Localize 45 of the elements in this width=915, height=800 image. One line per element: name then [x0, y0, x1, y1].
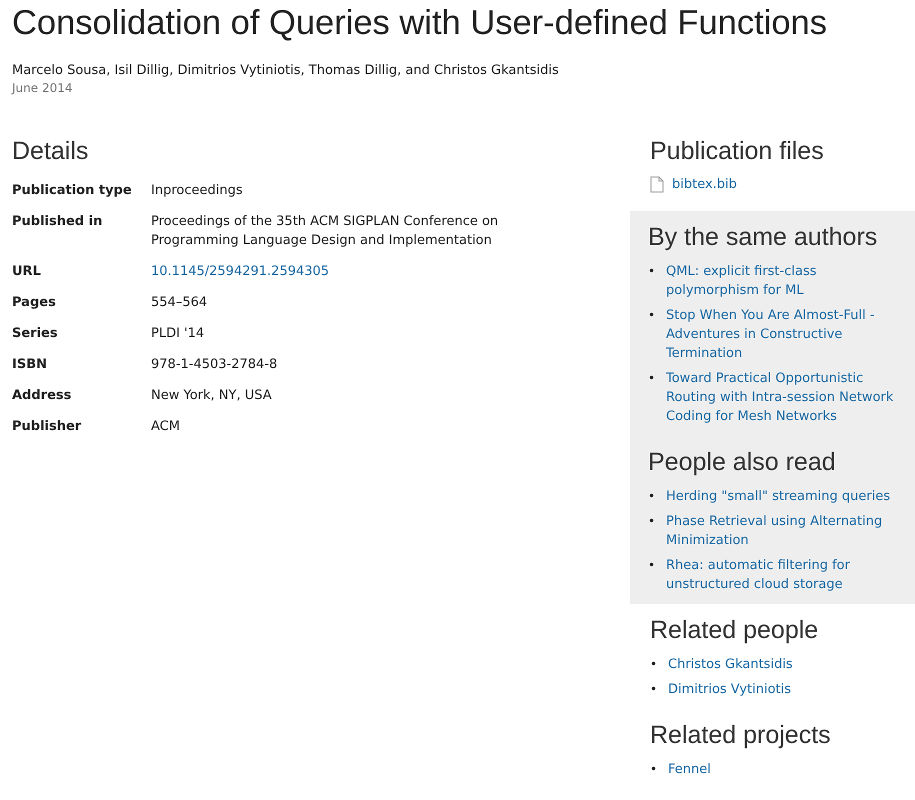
sidebar-heading: People also read: [648, 448, 837, 477]
field-value: Proceedings of the 35th ACM SIGPLAN Conference on Programming Language Design and Implementation: [151, 213, 500, 250]
field-label: Pages: [12, 294, 57, 312]
field-label: ISBN: [12, 356, 48, 374]
field-label: Publication type: [12, 182, 133, 200]
publication-date: June 2014: [12, 81, 74, 95]
bullet: •: [648, 263, 656, 280]
related-link[interactable]: Dimitrios Vytiniotis: [668, 680, 792, 699]
bullet: •: [648, 557, 656, 574]
field-value: ACM: [151, 418, 181, 436]
page-title: Consolidation of Queries with User-defined Functions: [12, 3, 828, 44]
related-link[interactable]: Fennel: [668, 760, 711, 779]
file-icon: [650, 176, 664, 193]
field-label: Series: [12, 325, 59, 343]
sidebar-heading: Related projects: [650, 721, 832, 750]
section-heading: Details: [12, 137, 90, 166]
field-value: 554–564: [151, 294, 208, 312]
related-link[interactable]: Stop When You Are Almost-Full - Adventures in Constructive Termination: [666, 306, 897, 363]
author-list: Marcelo Sousa, Isil Dillig, Dimitrios Vytiniotis, Thomas Dillig, and Christos Gkantsidis: [12, 63, 915, 78]
bullet: •: [650, 656, 658, 673]
bullet: •: [648, 307, 656, 324]
bullet: •: [650, 761, 658, 778]
field-value: PLDI '14: [151, 325, 206, 343]
field-value: 978-1-4503-2784-8: [151, 356, 278, 374]
field-label: URL: [12, 263, 42, 281]
related-link[interactable]: Christos Gkantsidis: [668, 655, 793, 674]
url-link[interactable]: 10.1145/2594291.2594305: [151, 262, 511, 281]
field-label: Publisher: [12, 418, 82, 436]
related-link[interactable]: Herding "small" streaming queries: [666, 487, 890, 506]
related-link[interactable]: QML: explicit first-class polymorphism for ML: [666, 262, 897, 300]
sidebar-heading: By the same authors: [648, 223, 878, 252]
sidebar-heading: Publication files: [650, 137, 825, 166]
related-link[interactable]: Toward Practical Opportunistic Routing with Intra-session Network Coding for Mesh Networks: [666, 369, 897, 426]
field-label: Address: [12, 387, 72, 405]
bullet: •: [648, 488, 656, 505]
file-link[interactable]: bibtex.bib: [672, 177, 737, 192]
bullet: •: [648, 513, 656, 530]
sidebar-heading: Related people: [650, 616, 820, 645]
field-value: Inproceedings: [151, 182, 244, 200]
related-link[interactable]: Rhea: automatic filtering for unstructured cloud storage: [666, 556, 897, 594]
field-value: New York, NY, USA: [151, 387, 273, 405]
bullet: •: [650, 681, 658, 698]
bullet: •: [648, 370, 656, 387]
related-link[interactable]: Phase Retrieval using Alternating Minimization: [666, 512, 897, 550]
field-label: Published in: [12, 213, 104, 231]
